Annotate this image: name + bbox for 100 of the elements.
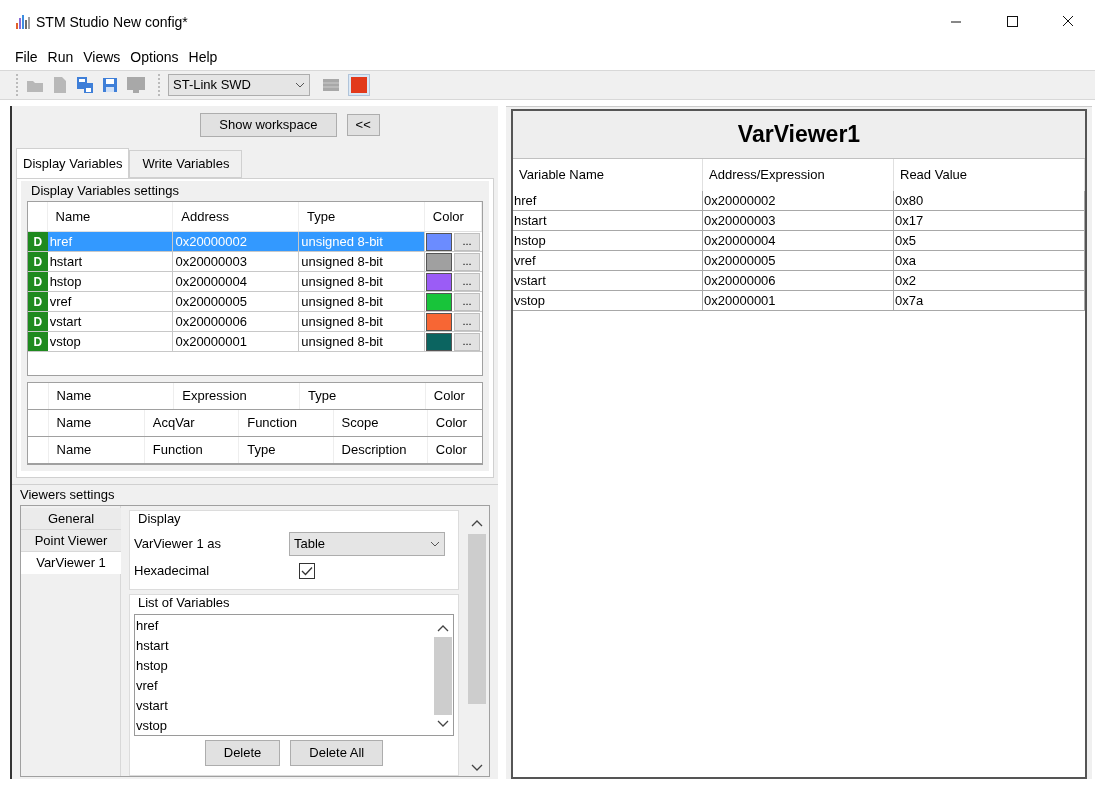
table-cell: unsigned 8-bit [299,272,425,291]
variable-type-badge: D [28,332,48,351]
table-cell: 0x80 [894,191,1085,210]
tab[interactable]: Display Variables [16,148,130,178]
collapse-button[interactable]: << [346,114,380,136]
copy-save-icon[interactable] [76,76,94,94]
variable-type-badge: D [28,272,48,291]
table-cell: 0x20000004 [703,231,894,250]
menu-item[interactable]: Run [46,46,75,68]
column-header[interactable]: Scope [332,410,427,436]
column-header[interactable]: Type [299,202,425,231]
color-picker-button[interactable]: ... [454,272,480,291]
table-cell: 0x20000004 [173,272,300,291]
app-logo-icon[interactable] [16,15,30,29]
group-title: List of Variables [137,593,231,612]
table-cell: href [47,232,174,251]
color-picker-button[interactable]: ... [454,252,480,271]
color-picker-button[interactable]: ... [454,292,480,311]
color-swatch[interactable] [426,252,452,271]
color-swatch[interactable] [426,232,452,251]
column-header[interactable]: Name [47,437,144,463]
column-header[interactable]: Name [47,202,174,231]
menu-item[interactable]: File [14,46,39,68]
table-cell: unsigned 8-bit [299,252,425,271]
table-cell: 0x17 [894,211,1085,230]
delete-button[interactable]: Delete All [290,740,384,766]
table-cell: vstop [47,332,174,351]
table-cell: 0x20000002 [173,232,300,251]
table-cell: 0x20000005 [703,251,894,270]
column-header[interactable]: AcqVar [143,410,239,436]
column-header[interactable]: Name [47,383,174,409]
table-cell: 0x20000003 [703,211,894,230]
variable-type-badge: D [28,252,48,271]
table-cell: vref [513,251,703,270]
sidebar-tab[interactable]: General [21,508,121,530]
menu-item[interactable]: Views [82,46,122,68]
table-cell: 0x2 [894,271,1085,290]
column-header[interactable]: Variable Name [513,159,703,191]
column-header[interactable]: Function [238,410,333,436]
table-cell: href [513,191,703,210]
chevron-down-icon[interactable] [295,82,305,88]
group-title: Display Variables settings [21,181,489,201]
sidebar-tab[interactable]: Point Viewer [21,530,121,552]
tab[interactable]: Write Variables [129,150,243,178]
column-header[interactable]: Read Value [894,159,1085,191]
table-cell: 0x20000002 [703,191,894,210]
table-cell: vref [47,292,174,311]
column-header[interactable]: Type [238,437,333,463]
table-cell: 0x20000001 [703,291,894,310]
menu-item[interactable]: Options [129,46,180,68]
color-swatch[interactable] [426,272,452,291]
list-item[interactable]: vstart [135,696,433,716]
chevron-down-icon[interactable] [430,540,440,547]
field-label: VarViewer 1 as [134,534,222,553]
column-header[interactable]: Color [426,410,482,436]
table-cell: hstop [513,231,703,250]
table-cell: unsigned 8-bit [299,292,425,311]
color-picker-button[interactable]: ... [454,312,480,331]
list-item[interactable]: href [135,616,433,636]
color-swatch[interactable] [426,332,452,351]
column-header[interactable]: Address [173,202,300,231]
group-title: Display [137,510,182,528]
table-cell: vstop [513,291,703,310]
table-cell: 0xa [894,251,1085,270]
table-cell: unsigned 8-bit [299,232,425,251]
column-header[interactable]: Name [47,410,144,436]
column-header[interactable]: Description [332,437,427,463]
color-picker-button[interactable]: ... [454,232,480,251]
variable-type-badge: D [28,292,48,311]
color-swatch[interactable] [426,312,452,331]
table-cell: hstart [513,211,703,230]
list-item[interactable]: vref [135,676,433,696]
column-header[interactable]: Expression [173,383,300,409]
hexadecimal-checkbox[interactable] [299,562,315,579]
column-header[interactable]: Color [426,437,482,463]
table-cell: 0x20000001 [173,332,300,351]
column-header[interactable]: Function [143,437,239,463]
delete-button[interactable]: Delete [204,740,281,766]
view-mode-dropdown[interactable]: Table [289,531,445,556]
menu-item[interactable]: Help [187,46,219,68]
column-header[interactable]: Type [299,383,425,409]
sidebar-tab[interactable]: VarViewer 1 [21,552,121,574]
list-item[interactable]: hstart [135,636,433,656]
color-picker-button[interactable]: ... [454,332,480,351]
table-cell: 0x20000005 [173,292,300,311]
list-item[interactable]: hstop [135,656,433,676]
color-swatch[interactable] [426,292,452,311]
show-workspace-button[interactable]: Show workspace [200,113,337,137]
column-header[interactable]: Color [424,383,482,409]
column-header[interactable]: Color [424,202,482,231]
column-header[interactable]: Address/Expression [703,159,894,191]
variable-type-badge: D [28,312,48,331]
table-cell: 0x5 [894,231,1085,250]
list-item[interactable]: vstop [135,716,433,736]
interface-dropdown[interactable]: ST-Link SWD [168,74,310,96]
stop-icon[interactable] [348,74,370,96]
save-icon[interactable] [102,77,118,93]
table-cell: 0x7a [894,291,1085,310]
table-cell: unsigned 8-bit [299,312,425,331]
table-cell: vstart [47,312,174,331]
